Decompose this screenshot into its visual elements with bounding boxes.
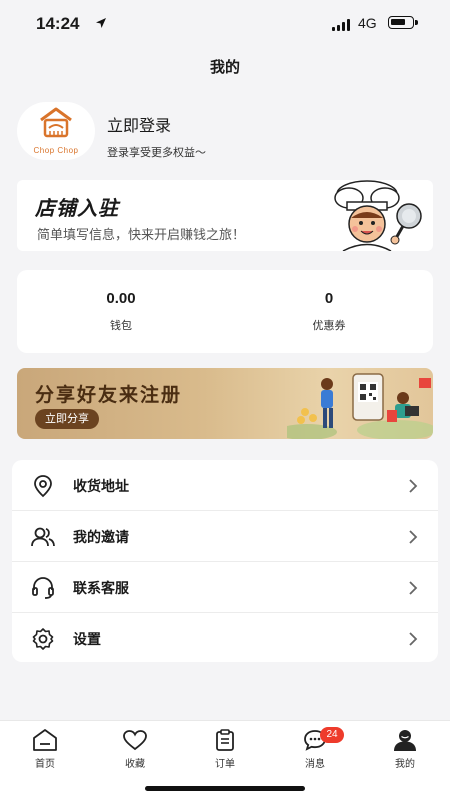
store-banner-subtitle: 简单填写信息，快来开启赚钱之旅！ bbox=[37, 228, 246, 243]
menu-item-label: 联系客服 bbox=[73, 581, 129, 597]
share-illustration-icon bbox=[287, 373, 433, 439]
chevron-right-icon bbox=[409, 581, 418, 595]
menu-item-label: 收货地址 bbox=[73, 479, 129, 495]
tab-label: 订单 bbox=[215, 759, 235, 770]
share-banner-title: 分享好友来注册 bbox=[35, 384, 183, 406]
store-banner-title: 店铺入驻 bbox=[35, 196, 119, 220]
settings-menu: 收货地址 我的邀请 联系客服 设置 bbox=[12, 460, 438, 662]
chevron-right-icon bbox=[409, 530, 418, 544]
clipboard-icon bbox=[216, 729, 234, 751]
location-icon bbox=[34, 475, 52, 498]
menu-item-label: 设置 bbox=[73, 632, 101, 648]
heart-icon bbox=[123, 730, 147, 751]
menu-item-label: 我的邀请 bbox=[73, 530, 129, 546]
wallet-coupons[interactable]: 0 优惠券 bbox=[225, 290, 433, 333]
unread-badge: 24 bbox=[320, 727, 344, 743]
battery-icon bbox=[388, 16, 418, 29]
wallet-balance-value: 0.00 bbox=[106, 290, 136, 307]
tab-messages[interactable]: 24 消息 bbox=[270, 727, 360, 770]
status-time: 14:24 bbox=[36, 14, 80, 33]
share-banner[interactable]: 分享好友来注册 立即分享 bbox=[17, 368, 433, 439]
chef-illustration-icon bbox=[334, 180, 422, 251]
coupon-label: 优惠券 bbox=[312, 319, 346, 332]
avatar[interactable]: Chop Chop bbox=[17, 102, 95, 160]
wallet-balance[interactable]: 0.00 钱包 bbox=[17, 290, 225, 333]
signal-icon bbox=[332, 19, 350, 31]
gear-icon bbox=[32, 628, 54, 650]
network-type: 4G bbox=[358, 15, 377, 31]
user-icon bbox=[394, 730, 416, 751]
login-subtitle: 登录享受更多权益～ bbox=[107, 146, 206, 159]
chevron-right-icon bbox=[409, 479, 418, 493]
tab-label: 消息 bbox=[305, 759, 325, 770]
page-title: 我的 bbox=[209, 58, 240, 76]
tab-label: 首页 bbox=[35, 759, 55, 770]
home-indicator bbox=[145, 786, 305, 791]
menu-item-customer-service[interactable]: 联系客服 bbox=[12, 562, 438, 613]
home-icon bbox=[33, 729, 57, 751]
profile-header[interactable]: Chop Chop 立即登录 登录享受更多权益～ bbox=[17, 102, 437, 162]
menu-item-address[interactable]: 收货地址 bbox=[12, 460, 438, 511]
tab-home[interactable]: 首页 bbox=[0, 727, 90, 770]
store-logo-icon bbox=[40, 107, 72, 138]
wallet-balance-label: 钱包 bbox=[110, 319, 132, 332]
wallet-card: 0.00 钱包 0 优惠券 bbox=[17, 270, 433, 353]
login-button[interactable]: 立即登录 bbox=[107, 112, 171, 136]
chevron-right-icon bbox=[409, 632, 418, 646]
tab-profile[interactable]: 我的 bbox=[360, 727, 450, 770]
brand-name: Chop Chop bbox=[33, 146, 79, 155]
tab-favorites[interactable]: 收藏 bbox=[90, 727, 180, 770]
menu-item-invitations[interactable]: 我的邀请 bbox=[12, 511, 438, 562]
tab-label: 我的 bbox=[395, 759, 415, 770]
tab-label: 收藏 bbox=[125, 759, 145, 770]
location-arrow-icon bbox=[96, 18, 106, 28]
coupon-count-value: 0 bbox=[324, 290, 334, 307]
users-icon bbox=[31, 527, 55, 547]
menu-item-settings[interactable]: 设置 bbox=[12, 613, 438, 662]
headset-icon bbox=[32, 577, 54, 599]
status-bar: 14:24 4G bbox=[0, 0, 450, 48]
share-now-button[interactable]: 立即分享 bbox=[35, 409, 99, 429]
tab-orders[interactable]: 订单 bbox=[180, 727, 270, 770]
store-join-banner[interactable]: 店铺入驻 简单填写信息，快来开启赚钱之旅！ bbox=[17, 180, 433, 251]
